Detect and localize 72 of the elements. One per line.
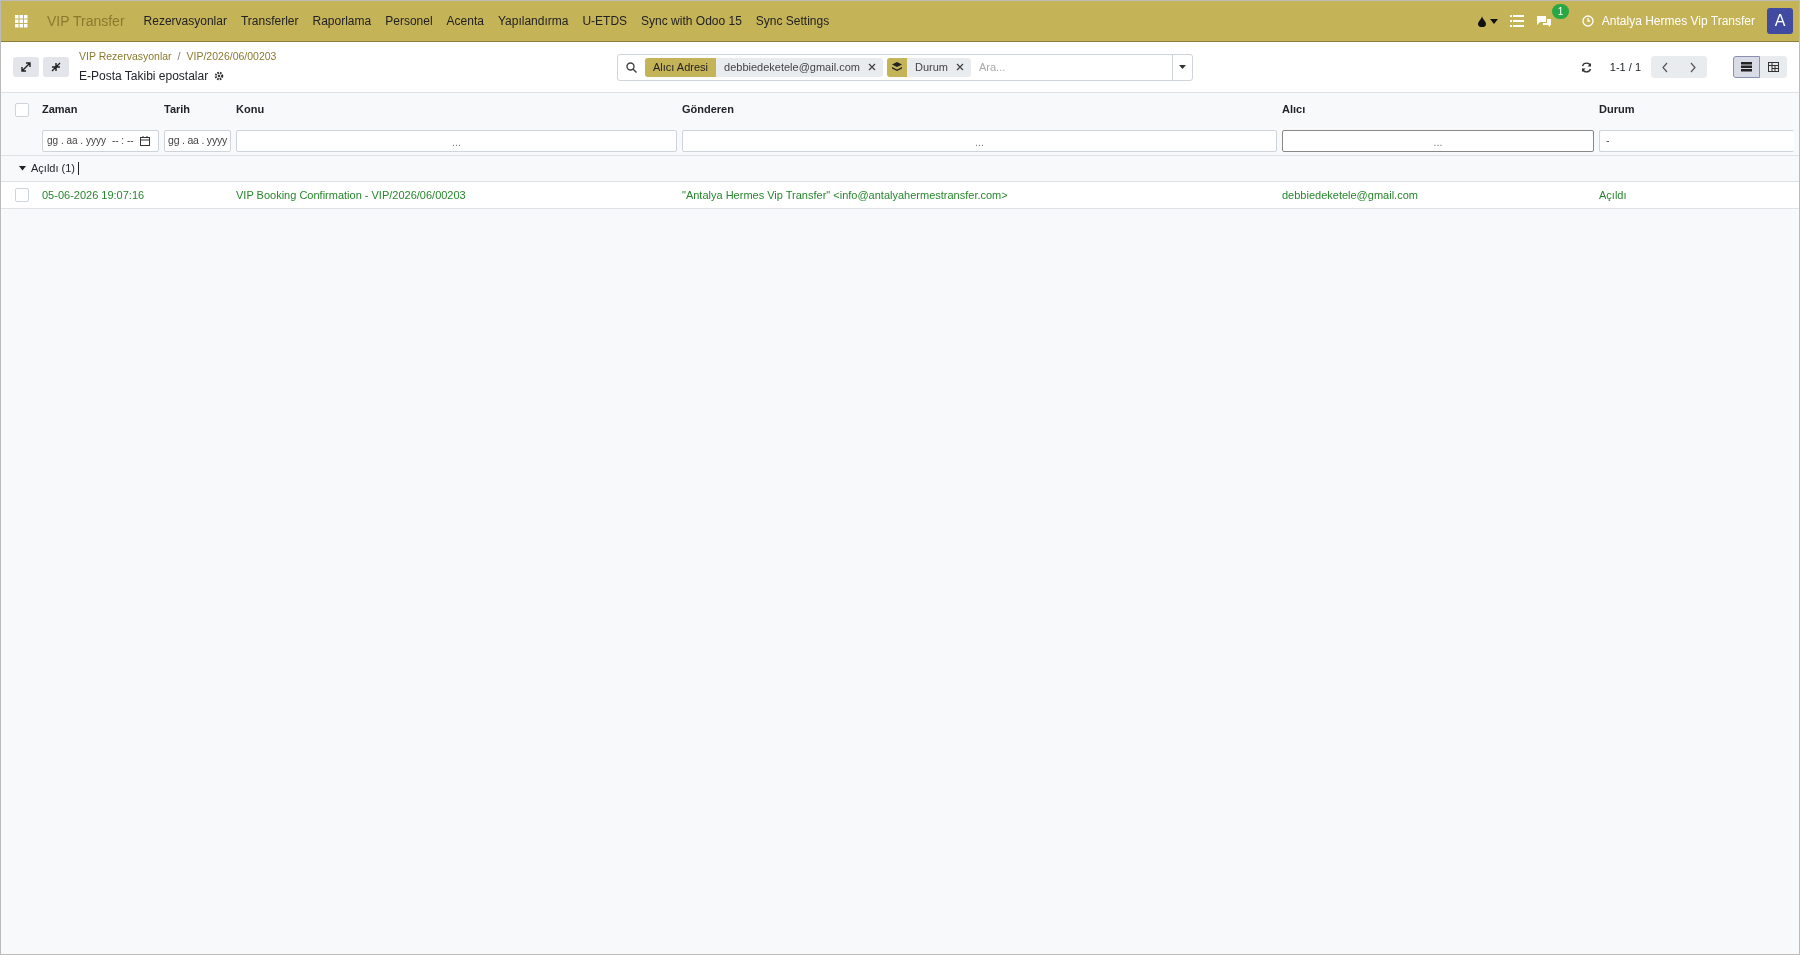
column-header[interactable]: Durum: [1599, 101, 1799, 118]
date-placeholder: gg . aa . yyyy: [47, 134, 106, 148]
list-view-icon: [1741, 62, 1752, 72]
collapse-button[interactable]: [43, 57, 69, 77]
column-header[interactable]: Konu: [236, 101, 682, 118]
column-header[interactable]: Gönderen: [682, 101, 1282, 118]
caret-icon: [1179, 65, 1186, 69]
list-icon: [1509, 15, 1524, 27]
select-value: -: [1606, 132, 1610, 148]
select-field[interactable]: -: [1599, 129, 1794, 152]
search-input[interactable]: Ara...: [978, 58, 1172, 76]
field-placeholder: ...: [452, 134, 461, 150]
breadcrumb-separator: /: [177, 49, 181, 65]
view-switch-button[interactable]: [1760, 56, 1787, 78]
menu-item[interactable]: Transferler: [233, 12, 306, 30]
chevron-left-icon: [1661, 61, 1669, 73]
layers-icon: [891, 62, 902, 72]
menu-item[interactable]: Sync Settings: [748, 12, 837, 30]
chevron-right-icon: [1689, 61, 1697, 73]
close-icon[interactable]: [867, 63, 876, 71]
table-cell-text: Açıldı: [1599, 187, 1628, 203]
menu-item[interactable]: Rezervasyonlar: [136, 12, 234, 30]
apps-grid-icon: [14, 14, 28, 28]
facet-label: Alıcı Adresi: [645, 57, 717, 77]
caret-icon: [19, 166, 26, 171]
checkbox[interactable]: [15, 188, 29, 202]
table-icon: [1768, 62, 1779, 72]
date-time-field[interactable]: gg . aa . yyyy -- : --: [42, 129, 159, 152]
time-placeholder: -- : --: [111, 134, 134, 148]
filter-field[interactable]: ...: [1282, 129, 1594, 152]
column-header[interactable]: Alıcı: [1282, 101, 1599, 118]
view-switch-button[interactable]: [1733, 56, 1760, 78]
message-count-badge: 1: [1551, 4, 1570, 19]
theme-dropdown[interactable]: [1477, 15, 1498, 27]
drop-icon: [1477, 15, 1486, 27]
chat-icon: [1535, 14, 1552, 28]
table-cell-text: "Antalya Hermes Vip Transfer" <info@antalyahermestransfer.com>: [682, 187, 1009, 203]
caret-icon: [1489, 18, 1498, 24]
close-icon[interactable]: [955, 63, 964, 71]
field-placeholder: ...: [975, 134, 984, 150]
breadcrumb-link[interactable]: VIP Rezervasyonlar: [79, 49, 172, 65]
group-label: Açıldı (1): [31, 161, 75, 177]
menu-item[interactable]: U-ETDS: [575, 12, 635, 30]
menu-item[interactable]: Raporlama: [305, 12, 379, 30]
filter-field[interactable]: ...: [682, 129, 1277, 152]
clock-icon: [1581, 15, 1594, 27]
calendar-icon: [139, 135, 150, 146]
refresh-button[interactable]: [1580, 61, 1592, 73]
table-cell-text: VIP Booking Confirmation - VIP/2026/06/00203: [236, 187, 467, 203]
gear-icon[interactable]: [214, 70, 225, 81]
expand-icon: [20, 61, 32, 73]
facet-value: Durum: [913, 59, 949, 75]
column-header[interactable]: Tarih: [164, 101, 236, 118]
menu-item[interactable]: Personel: [378, 12, 440, 30]
menu-item[interactable]: Acenta: [439, 12, 491, 30]
pager-value[interactable]: 1-1 / 1: [1609, 58, 1641, 76]
page-title: E-Posta Takibi epostalar: [79, 67, 209, 85]
breadcrumb-link[interactable]: VIP/2026/06/00203: [186, 49, 277, 65]
user-avatar[interactable]: A: [1767, 8, 1793, 34]
menu-item[interactable]: Yapılandırma: [490, 12, 576, 30]
search-bar[interactable]: Alıcı Adresi debbiedeketele@gmail.com Durum Ara...: [617, 53, 1193, 81]
filter-field[interactable]: ...: [236, 129, 677, 152]
expand-button[interactable]: [13, 57, 39, 77]
search-icon: [626, 61, 637, 73]
refresh-icon: [1580, 61, 1592, 73]
menu-item[interactable]: Sync with Odoo 15: [634, 12, 749, 30]
table-cell-text: 05-06-2026 19:07:16: [42, 187, 146, 203]
field-placeholder: ...: [1433, 134, 1443, 150]
facet-value: debbiedeketele@gmail.com: [723, 59, 861, 75]
checkbox[interactable]: [15, 102, 29, 117]
column-header[interactable]: Zaman: [42, 101, 164, 118]
table-cell-text: debbiedeketele@gmail.com: [1282, 187, 1419, 203]
